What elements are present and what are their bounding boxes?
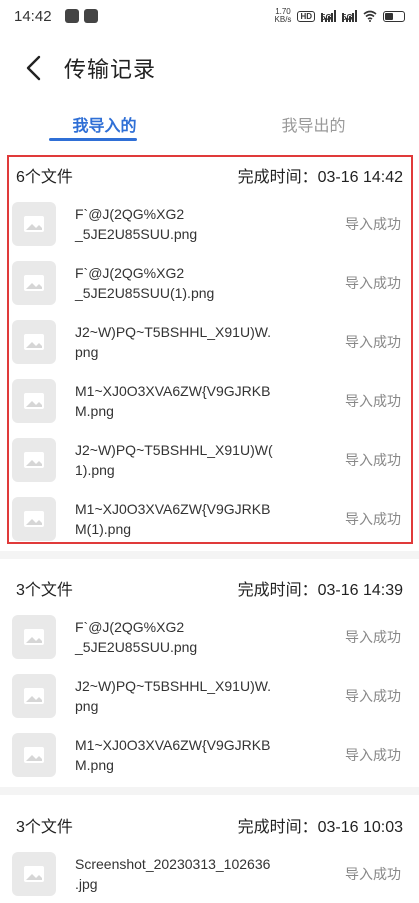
status-time: 14:42 xyxy=(14,7,52,25)
battery-icon xyxy=(383,10,405,22)
transfer-group: 6个文件 完成时间：03-16 14:42 F`@J(2QG%XG2 _5JE2… xyxy=(0,156,419,548)
file-name: J2~W)PQ~T5BSHHL_X91U)W. png xyxy=(75,323,272,360)
page-title: 传输记录 xyxy=(64,57,157,82)
signal-1-label: 5G xyxy=(321,13,332,22)
signal-2-label: 5G xyxy=(342,13,353,22)
message-notification-icon xyxy=(83,9,98,23)
group-completion-time: 完成时间：03-16 10:03 xyxy=(238,813,403,837)
file-status: 导入成功 xyxy=(345,865,401,882)
file-name: M1~XJ0O3XVA6ZW{V9GJRKB M.png xyxy=(75,736,271,773)
file-name: F`@J(2QG%XG2 _5JE2U85SUU(1).png xyxy=(75,264,215,301)
file-status: 导入成功 xyxy=(345,451,401,468)
group-completion-time: 完成时间：03-16 14:39 xyxy=(238,576,403,600)
file-row[interactable]: M1~XJ0O3XVA6ZW{V9GJRKB M.png 导入成功 xyxy=(0,371,419,430)
file-status: 导入成功 xyxy=(345,392,401,409)
transfer-group: 3个文件 完成时间：03-16 14:39 F`@J(2QG%XG2 _5JE2… xyxy=(0,569,419,784)
file-name: J2~W)PQ~T5BSHHL_X91U)W( 1).png xyxy=(75,441,273,478)
group-file-count: 6个文件 xyxy=(16,169,73,186)
file-name: M1~XJ0O3XVA6ZW{V9GJRKB M(1).png xyxy=(75,500,271,537)
file-name: J2~W)PQ~T5BSHHL_X91U)W. png xyxy=(75,677,272,714)
group-file-count: 3个文件 xyxy=(16,819,73,836)
image-file-icon xyxy=(12,319,56,364)
file-row[interactable]: F`@J(2QG%XG2 _5JE2U85SUU.png 导入成功 xyxy=(0,194,419,253)
completion-time-value: 03-16 10:03 xyxy=(317,819,403,836)
file-name: F`@J(2QG%XG2 _5JE2U85SUU.png xyxy=(75,205,198,242)
file-name: M1~XJ0O3XVA6ZW{V9GJRKB M.png xyxy=(75,382,271,419)
file-status: 导入成功 xyxy=(345,215,401,232)
file-status: 导入成功 xyxy=(345,687,401,704)
completion-time-label: 完成时间： xyxy=(237,169,318,186)
file-name: Screenshot_20230313_102636 .jpg xyxy=(75,855,271,892)
network-speed-unit: KB/s xyxy=(274,15,292,24)
file-status: 导入成功 xyxy=(345,746,401,763)
group-header: 3个文件 完成时间：03-16 14:39 xyxy=(0,569,419,607)
file-row[interactable]: M1~XJ0O3XVA6ZW{V9GJRKB M(1).png 导入成功 xyxy=(0,489,419,548)
completion-time-value: 03-16 14:42 xyxy=(317,169,403,186)
hd-badge: HD xyxy=(297,10,315,22)
back-arrow-icon xyxy=(26,55,41,81)
status-bar: 14:42 1.70 KB/s HD 5G 5G xyxy=(0,0,419,32)
tab-imported[interactable]: 我导入的 xyxy=(0,104,209,148)
tab-exported[interactable]: 我导出的 xyxy=(209,104,418,148)
image-file-icon xyxy=(12,201,56,246)
group-header: 6个文件 完成时间：03-16 14:42 xyxy=(0,156,419,194)
file-status: 导入成功 xyxy=(345,510,401,527)
file-row[interactable]: J2~W)PQ~T5BSHHL_X91U)W. png 导入成功 xyxy=(0,666,419,725)
image-file-icon xyxy=(12,437,56,482)
back-button[interactable] xyxy=(14,48,54,88)
completion-time-value: 03-16 14:39 xyxy=(317,582,403,599)
file-row[interactable]: J2~W)PQ~T5BSHHL_X91U)W. png 导入成功 xyxy=(0,312,419,371)
completion-time-label: 完成时间： xyxy=(237,582,318,599)
file-row[interactable]: J2~W)PQ~T5BSHHL_X91U)W( 1).png 导入成功 xyxy=(0,430,419,489)
file-status: 导入成功 xyxy=(345,274,401,291)
transfer-group: 3个文件 完成时间：03-16 10:03 Screenshot_2023031… xyxy=(0,806,419,903)
image-file-icon xyxy=(12,732,56,777)
image-file-icon xyxy=(12,673,56,718)
image-file-icon xyxy=(12,614,56,659)
network-speed: 1.70 KB/s xyxy=(275,8,292,24)
file-row[interactable]: Screenshot_20230313_102636 .jpg 导入成功 xyxy=(0,844,419,903)
completion-time-label: 完成时间： xyxy=(237,819,318,836)
group-completion-time: 完成时间：03-16 14:42 xyxy=(238,163,403,187)
file-row[interactable]: M1~XJ0O3XVA6ZW{V9GJRKB M.png 导入成功 xyxy=(0,725,419,784)
file-row[interactable]: F`@J(2QG%XG2 _5JE2U85SUU.png 导入成功 xyxy=(0,607,419,666)
group-header: 3个文件 完成时间：03-16 10:03 xyxy=(0,806,419,844)
file-row[interactable]: F`@J(2QG%XG2 _5JE2U85SUU(1).png 导入成功 xyxy=(0,253,419,312)
file-status: 导入成功 xyxy=(345,333,401,350)
image-file-icon xyxy=(12,260,56,305)
qq-notification-icon xyxy=(64,9,79,23)
file-status: 导入成功 xyxy=(345,628,401,645)
group-file-count: 3个文件 xyxy=(16,582,73,599)
signal-1-icon: 5G xyxy=(321,10,336,22)
status-right-icons: 1.70 KB/s HD 5G 5G xyxy=(275,8,405,24)
signal-2-icon: 5G xyxy=(342,10,357,22)
header: 传输记录 xyxy=(0,44,419,92)
wifi-icon xyxy=(363,10,377,22)
tab-bar: 我导入的 我导出的 xyxy=(0,104,419,148)
image-file-icon xyxy=(12,851,56,896)
file-name: F`@J(2QG%XG2 _5JE2U85SUU.png xyxy=(75,618,198,655)
tab-indicator xyxy=(49,138,137,141)
image-file-icon xyxy=(12,496,56,541)
group-divider xyxy=(0,551,419,559)
image-file-icon xyxy=(12,378,56,423)
group-divider xyxy=(0,787,419,795)
